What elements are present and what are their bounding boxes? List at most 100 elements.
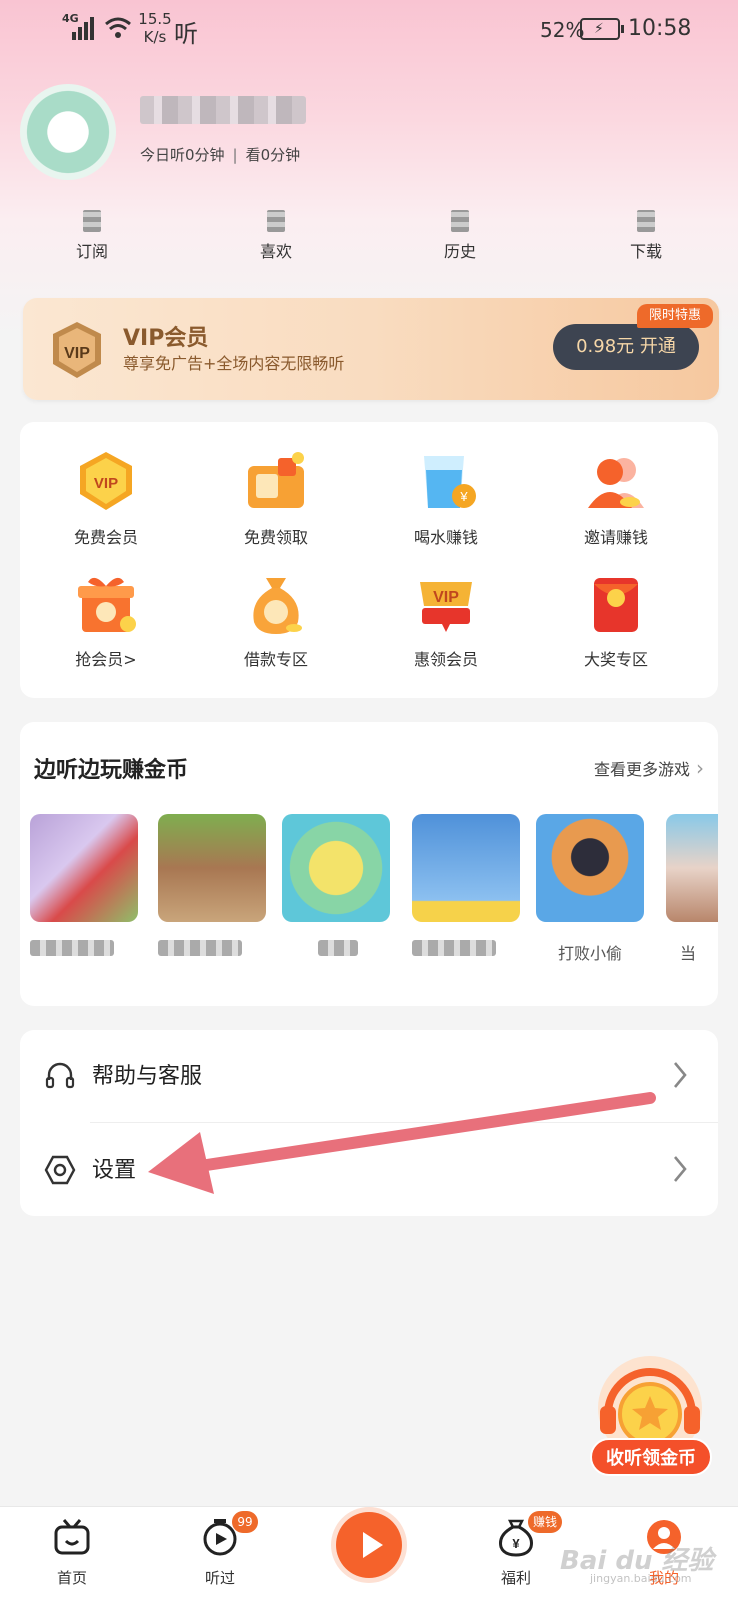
subscribe-icon [83,210,101,232]
game-thumbnail [30,814,138,922]
clock: 10:58 [628,16,692,41]
game-thumbnail [536,814,644,922]
chevron-right-icon [674,1062,687,1088]
grid-item-big-prize[interactable]: 大奖专区 [546,572,686,670]
network-speed-unit: K/s [143,28,167,46]
quick-actions: 订阅 喜欢 历史 下载 [0,206,738,272]
grid-label: 大奖专区 [583,650,648,669]
listen-today: 今日听0分钟 [140,146,225,164]
more-games-link[interactable]: 查看更多游戏 › [594,756,704,780]
menu-item-settings[interactable]: 设置 [20,1124,718,1216]
grid-label: 借款专区 [243,650,308,669]
battery-icon: ⚡ [580,18,624,40]
play-icon [363,1532,383,1558]
grid-label: 邀请赚钱 [583,528,648,547]
wallet-icon [248,452,304,508]
game-thumbnail [666,814,718,922]
grid-item-invite[interactable]: 邀请赚钱 [546,450,686,548]
grid-item-loan[interactable]: 借款专区 [206,572,346,670]
avatar[interactable] [20,84,116,180]
like-icon [267,210,285,232]
game-thumbnail [412,814,520,922]
headset-icon [45,1062,75,1089]
svg-text:¥: ¥ [459,489,468,504]
game-thumbnail [158,814,266,922]
grid-label: 抢会员> [75,650,137,669]
grid-item-free-claim[interactable]: 免费领取 [206,450,346,548]
read-today: 看0分钟 [245,146,301,164]
quick-item-history[interactable]: 历史 [400,206,520,262]
quick-label: 订阅 [75,242,108,261]
game-item[interactable] [412,814,524,960]
quick-label: 下载 [629,242,662,261]
vip-title: VIP会员 [123,326,209,351]
profile-stats: 今日听0分钟 | 看0分钟 [140,146,301,164]
game-item[interactable]: 当 [666,814,718,963]
vip-shield-icon: VIP [53,322,101,378]
game-item[interactable] [282,814,394,960]
water-glass-icon: ¥ [424,456,476,508]
vip-subtitle: 尊享免广告+全场内容无限畅听 [123,354,345,373]
game-name [30,940,142,960]
svg-text:VIP: VIP [433,589,459,606]
nav-home[interactable]: 首页 [22,1517,122,1588]
games-section: 边听边玩赚金币 查看更多游戏 › 打败小偷 当 [20,722,718,1006]
username-blurred[interactable] [140,96,306,124]
game-name [282,940,394,960]
invite-icon [588,458,644,508]
game-name: 打败小偷 [557,944,622,963]
quick-item-like[interactable]: 喜欢 [216,206,336,262]
menu-list: 帮助与客服 设置 [20,1030,718,1216]
grid-label: 喝水赚钱 [413,528,478,547]
game-item[interactable] [30,814,142,960]
vip-badge-icon: VIP [80,452,132,510]
history-icon [451,210,469,232]
game-thumbnail [282,814,390,922]
game-name: 当 [680,944,697,963]
network-speed-value: 15.5 [138,10,172,28]
chevron-right-icon [674,1156,687,1182]
divider [90,1122,718,1123]
nav-label: 福利 [500,1569,531,1587]
game-name [412,940,524,960]
nav-listened[interactable]: 听过 99 [170,1511,270,1588]
nav-label: 听过 [204,1569,235,1587]
grid-label: 惠领会员 [413,650,478,669]
signal-icon [72,17,94,40]
red-envelope-icon [594,578,638,632]
svg-text:VIP: VIP [94,475,118,492]
game-item[interactable] [158,814,270,960]
menu-item-help[interactable]: 帮助与客服 [20,1030,718,1123]
svg-text:¥: ¥ [512,1536,520,1551]
grid-item-drink-water[interactable]: ¥ 喝水赚钱 [376,450,516,548]
grid-label: 免费领取 [243,528,308,547]
vip-banner[interactable]: VIP VIP会员 尊享免广告+全场内容无限畅听 0.98元 开通 限时特惠 [23,298,719,400]
gift-icon [78,577,136,632]
game-name [158,940,270,960]
grid-item-vip-deal[interactable]: VIP 惠领会员 [376,572,516,670]
nav-label: 首页 [56,1569,87,1587]
vip-open-button[interactable]: 0.98元 开通 [553,324,699,370]
app-notification-glyph: 听 [174,20,198,48]
settings-icon [44,1155,76,1185]
listen-coin-button[interactable]: 收听领金币 [590,1438,712,1476]
quick-item-subscribe[interactable]: 订阅 [32,206,152,262]
grid-label: 免费会员 [73,528,138,547]
play-button[interactable] [336,1512,402,1578]
watermark-url: jingyan.baidu.com [590,1572,692,1585]
count-badge: 99 [232,1511,258,1533]
quick-item-download[interactable]: 下载 [586,206,706,262]
quick-label: 历史 [443,242,476,261]
grid-item-free-vip[interactable]: VIP 免费会员 [36,450,176,548]
menu-label: 帮助与客服 [92,1064,203,1089]
limited-offer-badge: 限时特惠 [637,304,713,328]
tv-icon [54,1519,90,1555]
nav-welfare[interactable]: ¥ 福利 赚钱 [466,1511,566,1588]
wifi-icon [105,17,131,38]
network-speed: 15.5 K/s [138,10,172,46]
svg-text:VIP: VIP [64,345,90,362]
game-item[interactable]: 打败小偷 [536,814,648,963]
grid-item-grab-vip[interactable]: 抢会员> [36,572,176,670]
quick-label: 喜欢 [259,242,292,261]
menu-label: 设置 [92,1158,137,1183]
